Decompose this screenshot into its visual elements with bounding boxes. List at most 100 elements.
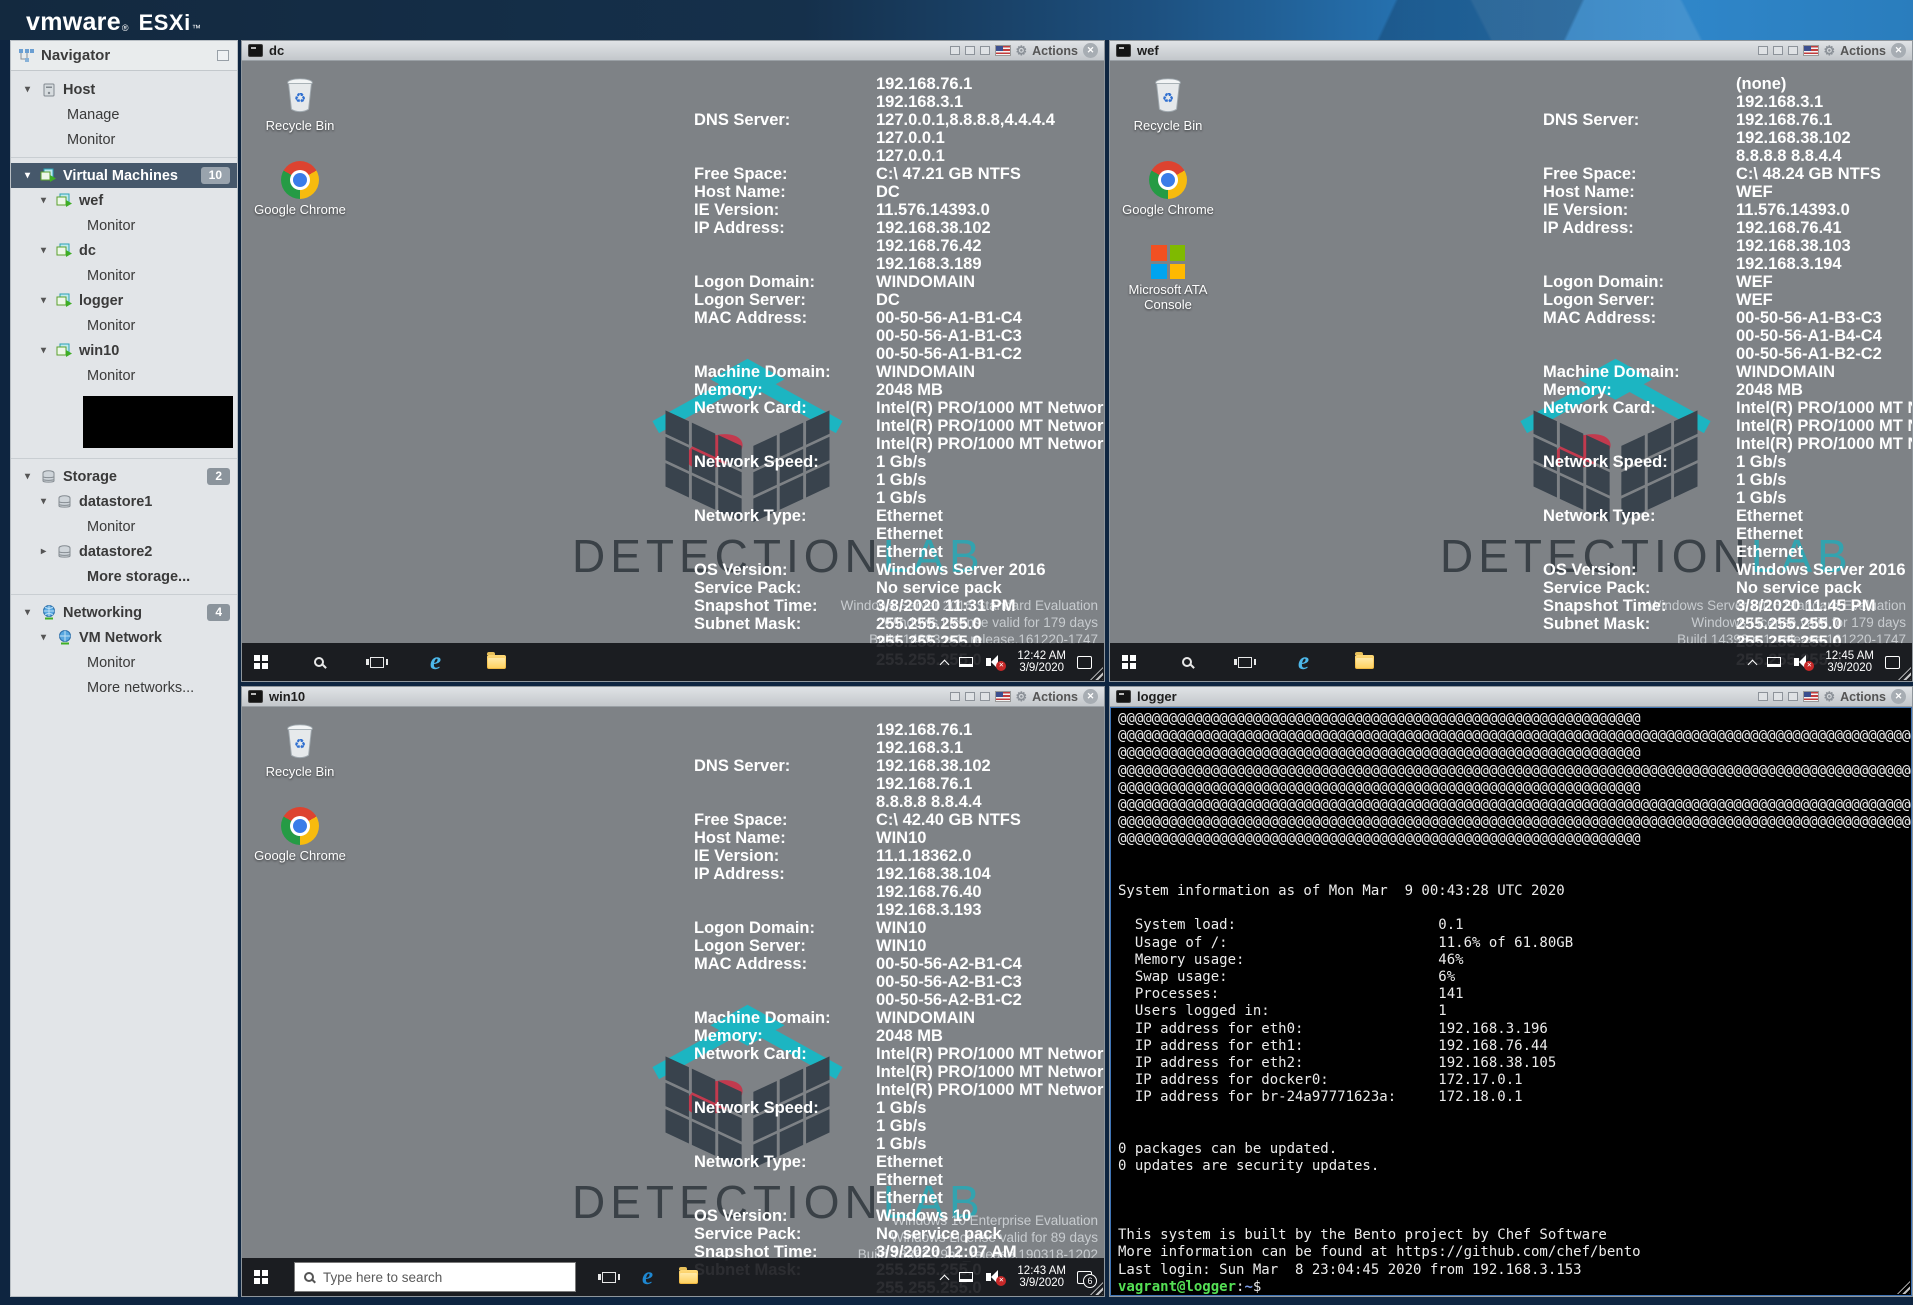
console-size-small-button[interactable] <box>950 46 960 55</box>
close-icon[interactable]: ✕ <box>1891 689 1906 704</box>
internet-explorer-icon[interactable]: e <box>1298 651 1309 673</box>
chevron-down-icon[interactable]: ▾ <box>21 471 34 482</box>
actions-button[interactable]: Actions <box>1840 690 1886 704</box>
task-view-icon[interactable] <box>370 657 384 668</box>
network-tray-icon[interactable] <box>959 1272 973 1282</box>
file-explorer-icon[interactable] <box>679 1270 698 1284</box>
internet-explorer-icon[interactable]: e <box>430 651 441 673</box>
keyboard-layout-flag-icon[interactable] <box>1803 691 1819 702</box>
search-icon[interactable] <box>314 657 324 667</box>
search-input[interactable]: Type here to search <box>294 1262 576 1292</box>
sidebar-item-wef-monitor[interactable]: Monitor <box>11 213 237 238</box>
gear-icon[interactable]: ⚙ <box>1016 44 1028 57</box>
console-size-medium-button[interactable] <box>965 46 975 55</box>
network-tray-icon[interactable] <box>959 657 973 667</box>
keyboard-layout-flag-icon[interactable] <box>995 45 1011 56</box>
wef-panel-header[interactable]: wef ⚙ Actions ✕ <box>1110 41 1912 61</box>
chevron-down-icon[interactable]: ▾ <box>37 195 50 206</box>
file-explorer-icon[interactable] <box>487 655 506 669</box>
sidebar-item-host[interactable]: ▾ Host <box>11 77 237 102</box>
chevron-up-icon[interactable] <box>940 659 950 669</box>
sidebar-item-datastore2[interactable]: ▸ datastore2 <box>11 539 237 564</box>
sidebar-item-host-monitor[interactable]: Monitor <box>11 127 237 152</box>
action-center-icon[interactable]: 6 <box>1077 1271 1092 1284</box>
sidebar-item-more-storage[interactable]: More storage... <box>11 564 237 589</box>
action-center-icon[interactable] <box>1885 656 1900 669</box>
speaker-muted-icon[interactable]: ✕ <box>1792 655 1814 669</box>
chevron-up-icon[interactable] <box>940 1274 950 1284</box>
desktop-icon-recycle-bin[interactable]: ♻ Recycle Bin <box>1122 75 1214 133</box>
chevron-down-icon[interactable]: ▾ <box>21 170 34 181</box>
console-size-small-button[interactable] <box>1758 46 1768 55</box>
console-size-medium-button[interactable] <box>965 692 975 701</box>
keyboard-layout-flag-icon[interactable] <box>1803 45 1819 56</box>
chevron-down-icon[interactable]: ▾ <box>21 607 34 618</box>
chevron-up-icon[interactable] <box>1748 659 1758 669</box>
console-size-small-button[interactable] <box>950 692 960 701</box>
gear-icon[interactable]: ⚙ <box>1824 44 1836 57</box>
win10-panel-header[interactable]: win10 ⚙ Actions ✕ <box>242 687 1104 707</box>
dc-desktop[interactable]: DETECTIONLAB ♻ Recycle Bin Google Chrome… <box>242 61 1104 681</box>
sidebar-item-datastore1[interactable]: ▾ datastore1 <box>11 489 237 514</box>
close-icon[interactable]: ✕ <box>1891 43 1906 58</box>
logger-terminal[interactable]: @@@@@@@@@@@@@@@@@@@@@@@@@@@@@@@@@@@@@@@@… <box>1110 707 1912 1296</box>
sidebar-item-vm-logger[interactable]: ▾ logger <box>11 288 237 313</box>
chevron-right-icon[interactable]: ▸ <box>37 546 50 557</box>
sidebar-item-vm-network-monitor[interactable]: Monitor <box>11 650 237 675</box>
sidebar-item-host-manage[interactable]: Manage <box>11 102 237 127</box>
speaker-muted-icon[interactable]: ✕ <box>984 655 1006 669</box>
desktop-icon-chrome[interactable]: Google Chrome <box>254 161 346 217</box>
console-size-small-button[interactable] <box>1758 692 1768 701</box>
task-view-icon[interactable] <box>602 1272 616 1283</box>
taskbar-clock[interactable]: 12:43 AM3/9/2020 <box>1017 1265 1066 1290</box>
logger-panel-header[interactable]: logger ⚙ Actions ✕ <box>1110 687 1912 707</box>
desktop-icon-recycle-bin[interactable]: ♻ Recycle Bin <box>254 721 346 779</box>
chevron-down-icon[interactable]: ▾ <box>37 245 50 256</box>
desktop-icon-chrome[interactable]: Google Chrome <box>254 807 346 863</box>
console-size-medium-button[interactable] <box>1773 692 1783 701</box>
network-tray-icon[interactable] <box>1767 657 1781 667</box>
search-icon[interactable] <box>1182 657 1192 667</box>
pin-window-icon[interactable] <box>217 50 229 61</box>
chevron-down-icon[interactable]: ▾ <box>37 295 50 306</box>
chevron-down-icon[interactable]: ▾ <box>37 345 50 356</box>
sidebar-item-logger-monitor[interactable]: Monitor <box>11 313 237 338</box>
start-button-icon[interactable] <box>254 1270 268 1284</box>
sidebar-item-vm-dc[interactable]: ▾ dc <box>11 238 237 263</box>
console-size-large-button[interactable] <box>1788 46 1798 55</box>
sidebar-item-dc-monitor[interactable]: Monitor <box>11 263 237 288</box>
close-icon[interactable]: ✕ <box>1083 43 1098 58</box>
close-icon[interactable]: ✕ <box>1083 689 1098 704</box>
actions-button[interactable]: Actions <box>1840 44 1886 58</box>
task-view-icon[interactable] <box>1238 657 1252 668</box>
sidebar-item-storage[interactable]: ▾ Storage 2 <box>11 464 237 489</box>
start-button-icon[interactable] <box>1122 655 1136 669</box>
console-size-large-button[interactable] <box>980 692 990 701</box>
action-center-icon[interactable] <box>1077 656 1092 669</box>
sidebar-item-vm-wef[interactable]: ▾ wef <box>11 188 237 213</box>
dc-panel-header[interactable]: dc ⚙ Actions ✕ <box>242 41 1104 61</box>
actions-button[interactable]: Actions <box>1032 44 1078 58</box>
speaker-muted-icon[interactable]: ✕ <box>984 1270 1006 1284</box>
desktop-icon-ata-console[interactable]: Microsoft ATA Console <box>1122 245 1214 312</box>
chevron-down-icon[interactable]: ▾ <box>37 496 50 507</box>
wef-desktop[interactable]: DETECTIONLAB ♻ Recycle Bin Google Chrome… <box>1110 61 1912 681</box>
actions-button[interactable]: Actions <box>1032 690 1078 704</box>
console-size-medium-button[interactable] <box>1773 46 1783 55</box>
console-size-large-button[interactable] <box>1788 692 1798 701</box>
taskbar-clock[interactable]: 12:42 AM3/9/2020 <box>1017 650 1066 675</box>
console-size-large-button[interactable] <box>980 46 990 55</box>
edge-icon[interactable]: e <box>642 1266 653 1288</box>
taskbar-clock[interactable]: 12:45 AM3/9/2020 <box>1825 650 1874 675</box>
keyboard-layout-flag-icon[interactable] <box>995 691 1011 702</box>
win10-desktop[interactable]: DETECTIONLAB ♻ Recycle Bin Google Chrome… <box>242 707 1104 1296</box>
start-button-icon[interactable] <box>254 655 268 669</box>
desktop-icon-chrome[interactable]: Google Chrome <box>1122 161 1214 217</box>
file-explorer-icon[interactable] <box>1355 655 1374 669</box>
sidebar-item-datastore1-monitor[interactable]: Monitor <box>11 514 237 539</box>
sidebar-item-virtual-machines[interactable]: ▾ Virtual Machines 10 <box>11 163 237 188</box>
gear-icon[interactable]: ⚙ <box>1824 690 1836 703</box>
gear-icon[interactable]: ⚙ <box>1016 690 1028 703</box>
chevron-down-icon[interactable]: ▾ <box>37 632 50 643</box>
chevron-down-icon[interactable]: ▾ <box>21 84 34 95</box>
